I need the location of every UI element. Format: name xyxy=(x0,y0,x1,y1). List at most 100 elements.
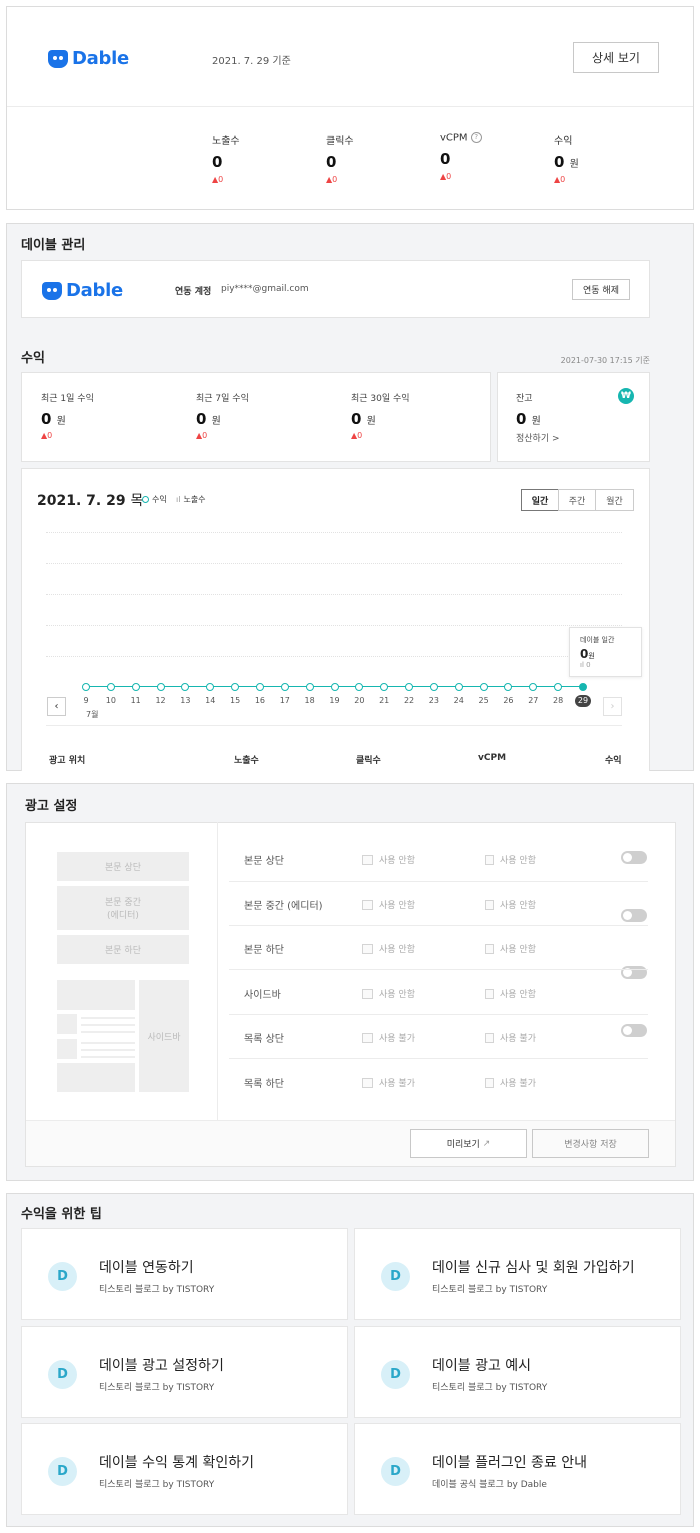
dable-d-icon: D xyxy=(381,1360,410,1389)
manage-title: 데이블 관리 xyxy=(21,238,86,253)
toggle-bottom[interactable] xyxy=(621,966,647,979)
preview-text-line xyxy=(81,1017,135,1019)
table-header-revenue: 수익 xyxy=(605,756,622,766)
stat-delta: ▲0 xyxy=(440,171,452,181)
tip-card[interactable]: D 데이블 연동하기 티스토리 블로그 by TISTORY xyxy=(21,1228,348,1320)
setting-option-2[interactable]: 사용 안함 xyxy=(485,898,536,911)
dable-logo: Dable xyxy=(42,280,123,301)
checkbox[interactable] xyxy=(485,988,494,999)
chart-point[interactable] xyxy=(82,683,90,691)
chart-point[interactable] xyxy=(106,683,115,691)
table-header-clicks: 클릭수 xyxy=(356,756,381,766)
tip-card[interactable]: D 데이블 신규 심사 및 회원 가입하기 티스토리 블로그 by TISTOR… xyxy=(354,1228,681,1320)
chart-point[interactable] xyxy=(131,683,140,691)
preview-button[interactable]: 미리보기 ↗ xyxy=(410,1129,527,1158)
chart-point[interactable] xyxy=(156,683,165,691)
revenue-card-7d: 최근 7일 수익 0 원 ▲0 xyxy=(196,391,249,440)
x-tick-label: 24 xyxy=(453,696,464,705)
x-tick-label: 14 xyxy=(205,696,216,705)
chart-point[interactable] xyxy=(479,683,488,691)
tips-title: 수익을 위한 팁 xyxy=(21,1207,102,1222)
dable-d-icon: D xyxy=(48,1262,77,1291)
setting-option-2: 사용 불가 xyxy=(485,1031,536,1044)
tab-weekly[interactable]: 주간 xyxy=(558,489,596,511)
tab-monthly[interactable]: 월간 xyxy=(595,489,634,511)
revenue-delta: ▲0 xyxy=(41,431,53,440)
setting-option-1: 사용 불가 xyxy=(362,1076,415,1089)
chart-point[interactable] xyxy=(405,683,414,691)
detail-view-button[interactable]: 상세 보기 xyxy=(573,42,659,73)
setting-option-2[interactable]: 사용 안함 xyxy=(485,987,536,1000)
grid-line xyxy=(46,563,622,564)
revenue-label: 최근 30일 수익 xyxy=(351,394,410,404)
tip-card[interactable]: D 데이블 광고 설정하기 티스토리 블로그 by TISTORY xyxy=(21,1326,348,1418)
chart-point[interactable] xyxy=(454,683,463,691)
tooltip-impressions: ıl 0 xyxy=(580,661,591,669)
setting-option-1[interactable]: 사용 안함 xyxy=(362,942,415,955)
checkbox[interactable] xyxy=(362,943,373,954)
tip-card[interactable]: D 데이블 플러그인 종료 안내 데이블 공식 블로그 by Dable xyxy=(354,1423,681,1515)
setting-option-1[interactable]: 사용 안함 xyxy=(362,898,415,911)
x-tick-label: 29 xyxy=(575,695,591,707)
dable-d-icon: D xyxy=(381,1457,410,1486)
stat-delta: ▲0 xyxy=(212,175,224,184)
grid-line xyxy=(46,532,622,533)
setting-option-2[interactable]: 사용 안함 xyxy=(485,853,536,866)
settle-link[interactable]: 정산하기 > xyxy=(516,431,560,444)
chart-point[interactable] xyxy=(280,683,289,691)
tip-source: 티스토리 블로그 by TISTORY xyxy=(432,1285,548,1295)
tip-title: 데이블 광고 설정하기 xyxy=(99,1358,224,1374)
checkbox[interactable] xyxy=(485,943,494,954)
toggle-middle[interactable] xyxy=(621,909,647,922)
chart-point[interactable] xyxy=(579,683,587,691)
unlink-button[interactable]: 연동 해제 xyxy=(572,279,630,300)
help-icon[interactable]: ? xyxy=(470,132,482,143)
chart-point[interactable] xyxy=(330,683,339,691)
chart-point[interactable] xyxy=(429,683,438,691)
tip-source: 티스토리 블로그 by TISTORY xyxy=(99,1480,215,1490)
checkbox[interactable] xyxy=(362,854,373,865)
setting-option-1[interactable]: 사용 안함 xyxy=(362,987,415,1000)
grid-line xyxy=(46,594,622,595)
revenue-label: 최근 1일 수익 xyxy=(41,394,94,404)
tip-source: 티스토리 블로그 by TISTORY xyxy=(432,1383,548,1393)
setting-label: 본문 상단 xyxy=(244,856,284,867)
stat-label: vCPM ? xyxy=(440,132,482,144)
chevron-left-icon[interactable]: ‹ xyxy=(47,697,66,716)
account-value: piy****@gmail.com xyxy=(221,284,309,294)
checkbox[interactable] xyxy=(485,854,494,865)
chevron-right-icon[interactable]: › xyxy=(603,697,622,716)
tip-source: 티스토리 블로그 by TISTORY xyxy=(99,1285,215,1295)
setting-option-1[interactable]: 사용 안함 xyxy=(362,853,415,866)
table-divider xyxy=(46,725,622,726)
dable-logo-text: Dable xyxy=(72,48,129,69)
tooltip-title: 데이블 일간 xyxy=(580,636,615,644)
checkbox[interactable] xyxy=(362,899,373,910)
checkbox xyxy=(362,1032,373,1043)
checkbox xyxy=(485,1032,494,1043)
toggle-top[interactable] xyxy=(621,851,647,864)
chart-point[interactable] xyxy=(305,683,314,691)
stat-value: 0 xyxy=(326,153,337,171)
tip-card[interactable]: D 데이블 수익 통계 확인하기 티스토리 블로그 by TISTORY xyxy=(21,1423,348,1515)
chart-point[interactable] xyxy=(255,683,264,691)
preview-text-line xyxy=(81,1049,135,1051)
setting-option-2[interactable]: 사용 안함 xyxy=(485,942,536,955)
setting-option-1: 사용 불가 xyxy=(362,1031,415,1044)
save-changes-button[interactable]: 변경사항 저장 xyxy=(532,1129,649,1158)
tip-source: 데이블 공식 블로그 by Dable xyxy=(432,1480,547,1490)
balance-label: 잔고 xyxy=(516,394,533,404)
revenue-card-1d: 최근 1일 수익 0 원 ▲0 xyxy=(41,391,94,440)
toggle-sidebar[interactable] xyxy=(621,1024,647,1037)
checkbox[interactable] xyxy=(485,899,494,910)
tip-card[interactable]: D 데이블 광고 예시 티스토리 블로그 by TISTORY xyxy=(354,1326,681,1418)
tab-daily[interactable]: 일간 xyxy=(521,489,559,511)
preview-list-header xyxy=(57,980,135,1010)
tip-title: 데이블 신규 심사 및 회원 가입하기 xyxy=(432,1260,635,1276)
checkbox[interactable] xyxy=(362,988,373,999)
x-tick-label: 15 xyxy=(230,696,241,705)
stat-label: 노출수 xyxy=(212,136,240,147)
x-tick-label: 16 xyxy=(254,696,266,705)
x-tick-label: 25 xyxy=(478,696,489,705)
revenue-delta: ▲0 xyxy=(196,431,208,440)
